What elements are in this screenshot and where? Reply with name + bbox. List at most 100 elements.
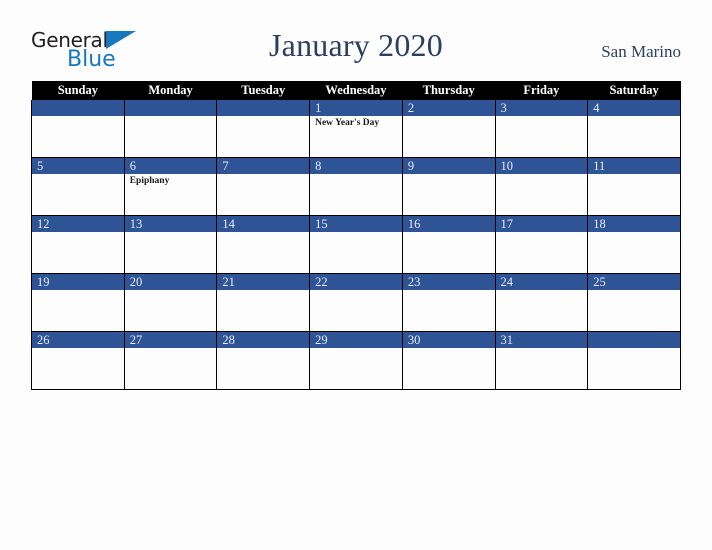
calendar-empty-cell[interactable]: [587, 331, 681, 390]
holiday-label: New Year's Day: [315, 118, 380, 128]
day-events: [217, 116, 309, 118]
day-number: 31: [495, 332, 588, 348]
day-events: New Year's Day: [310, 116, 402, 129]
day-number: 5: [32, 158, 124, 174]
day-number: 27: [124, 332, 217, 348]
calendar-day-cell[interactable]: 4: [587, 100, 681, 158]
day-events: [588, 116, 680, 118]
calendar-empty-cell[interactable]: [123, 100, 218, 158]
day-number: 9: [402, 158, 495, 174]
calendar-day-cell[interactable]: 19: [31, 273, 125, 332]
day-number: 19: [32, 274, 124, 290]
day-number: 20: [124, 274, 217, 290]
weekday-header-tuesday: Tuesday: [216, 81, 310, 100]
calendar-day-cell[interactable]: 8: [309, 157, 403, 216]
calendar-day-cell[interactable]: 2: [401, 100, 496, 158]
calendar-grid: Sunday Monday Tuesday Wednesday Thursday Frid…: [31, 81, 681, 390]
calendar-empty-cell[interactable]: [216, 100, 311, 158]
calendar-day-cell[interactable]: 17: [494, 215, 589, 274]
calendar-day-cell[interactable]: 22: [309, 273, 403, 332]
calendar-day-cell[interactable]: 11: [587, 157, 681, 216]
calendar-day-cell[interactable]: 26: [31, 331, 125, 390]
day-number: 18: [588, 216, 680, 232]
calendar-day-cell[interactable]: 27: [123, 331, 218, 390]
day-number: 22: [310, 274, 402, 290]
day-number: 10: [495, 158, 588, 174]
calendar-header-row: Sunday Monday Tuesday Wednesday Thursday Frid…: [31, 81, 681, 100]
day-number: 21: [217, 274, 310, 290]
calendar-day-cell[interactable]: 9: [401, 157, 496, 216]
day-number: 4: [588, 100, 680, 116]
weekday-header-friday: Friday: [495, 81, 588, 100]
day-events: [217, 232, 309, 234]
calendar-day-cell[interactable]: 12: [31, 215, 125, 274]
holiday-label: Epiphany: [129, 176, 170, 186]
calendar-week-row: 26 27 28 29 30 31: [31, 331, 681, 390]
calendar-day-cell[interactable]: 15: [309, 215, 403, 274]
calendar-body: 1 New Year's Day 2 3 4 5 6 Epiphany 7 8 9 10 11 12 13 1…: [31, 100, 681, 390]
weekday-header-row: Sunday Monday Tuesday Wednesday Thursday Frid…: [31, 81, 681, 100]
calendar-day-cell[interactable]: 14: [216, 215, 311, 274]
weekday-header-thursday: Thursday: [402, 81, 496, 100]
day-events: [310, 348, 402, 350]
weekday-header-sunday: Sunday: [31, 81, 125, 100]
day-events: [125, 232, 217, 234]
day-events: [217, 290, 309, 292]
region-label: San Marino: [601, 42, 681, 61]
day-events: [588, 348, 680, 350]
day-number: 15: [310, 216, 402, 232]
calendar-week-row: 5 6 Epiphany 7 8 9 10 11: [31, 157, 681, 216]
day-number: 8: [310, 158, 402, 174]
day-number: [32, 100, 124, 116]
day-events: [588, 174, 680, 176]
calendar-day-cell[interactable]: 1 New Year's Day: [309, 100, 403, 158]
calendar-empty-cell[interactable]: [31, 100, 125, 158]
day-number: 29: [310, 332, 402, 348]
calendar-day-cell[interactable]: 21: [216, 273, 311, 332]
calendar-day-cell[interactable]: 10: [494, 157, 589, 216]
day-events: [310, 232, 402, 234]
calendar-week-row: 19 20 21 22 23 24 25: [31, 273, 681, 332]
day-events: [125, 290, 217, 292]
day-events: [125, 116, 217, 118]
calendar-day-cell[interactable]: 5: [31, 157, 125, 216]
day-events: [403, 348, 495, 350]
calendar-day-cell[interactable]: 13: [123, 215, 218, 274]
day-events: [32, 174, 124, 176]
calendar-day-cell[interactable]: 16: [401, 215, 496, 274]
day-number: 16: [402, 216, 495, 232]
calendar-day-cell[interactable]: 6 Epiphany: [123, 157, 218, 216]
day-number: 3: [495, 100, 588, 116]
day-number: 2: [402, 100, 495, 116]
day-number: 17: [495, 216, 588, 232]
calendar-day-cell[interactable]: 24: [494, 273, 589, 332]
calendar-day-cell[interactable]: 20: [123, 273, 218, 332]
calendar-day-cell[interactable]: 7: [216, 157, 311, 216]
calendar-day-cell[interactable]: 29: [309, 331, 403, 390]
day-events: [403, 174, 495, 176]
calendar-day-cell[interactable]: 31: [494, 331, 589, 390]
calendar-day-cell[interactable]: 18: [587, 215, 681, 274]
day-events: [32, 290, 124, 292]
day-events: [403, 290, 495, 292]
calendar-week-row: 1 New Year's Day 2 3 4: [31, 100, 681, 158]
calendar-day-cell[interactable]: 28: [216, 331, 311, 390]
day-number: 1: [310, 100, 402, 116]
calendar-day-cell[interactable]: 25: [587, 273, 681, 332]
weekday-header-wednesday: Wednesday: [309, 81, 403, 100]
day-events: [32, 232, 124, 234]
calendar-day-cell[interactable]: 3: [494, 100, 589, 158]
day-number: 13: [124, 216, 217, 232]
calendar-day-cell[interactable]: 30: [401, 331, 496, 390]
day-events: [496, 116, 588, 118]
day-number: [217, 100, 310, 116]
weekday-header-monday: Monday: [124, 81, 217, 100]
day-events: [125, 348, 217, 350]
calendar-week-row: 12 13 14 15 16 17 18: [31, 215, 681, 274]
day-events: [403, 232, 495, 234]
calendar-day-cell[interactable]: 23: [401, 273, 496, 332]
day-events: [217, 348, 309, 350]
day-events: [496, 348, 588, 350]
day-number: [588, 332, 680, 348]
day-number: 28: [217, 332, 310, 348]
